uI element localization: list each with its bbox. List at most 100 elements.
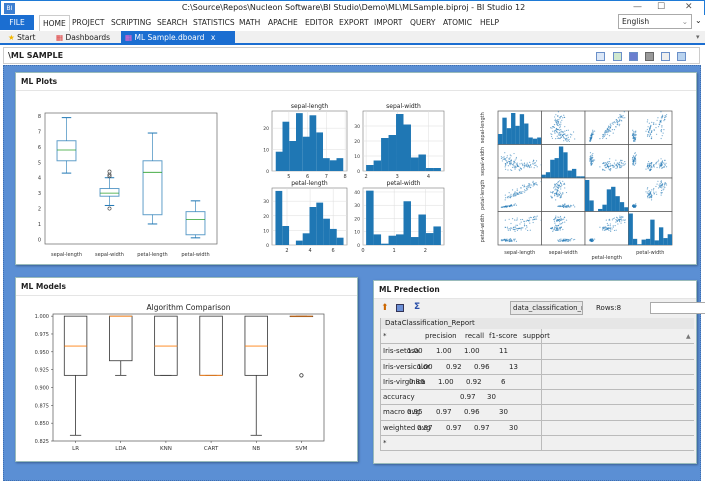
scatter-point (660, 180, 662, 182)
scatter-point (515, 167, 517, 169)
table-icon[interactable] (396, 304, 404, 312)
scatter-point (621, 165, 623, 167)
tab-menu-icon[interactable]: ▾ (696, 33, 700, 41)
scatter-point (509, 227, 511, 230)
scatter-point (504, 152, 506, 154)
menu-query[interactable]: QUERY (410, 18, 435, 27)
menu-math[interactable]: MATH (239, 18, 260, 27)
scatter-point (514, 194, 516, 197)
scatter-point (514, 226, 516, 228)
tab-ml-sample[interactable]: ▦ ML Sample.dboard x (121, 31, 235, 44)
histogram-bar (373, 234, 382, 245)
scatter-point (562, 131, 564, 133)
menu-export[interactable]: EXPORT (339, 18, 369, 27)
scatter-point (520, 218, 522, 221)
scatter-point (651, 165, 653, 167)
y-tick-label: 10 (263, 148, 269, 154)
scatter-point (635, 136, 637, 138)
scatter-point (615, 218, 617, 221)
algorithm-comparison-chart: Algorithm Comparison 0.825 0.850 0.875 0.900… (16, 298, 356, 460)
ribbon-collapse-icon[interactable]: ⌄ (695, 16, 702, 25)
x-axis-label: petal-length (592, 255, 622, 261)
y-tick-label: 0 (38, 237, 41, 243)
language-select[interactable]: English ⌄ (618, 14, 692, 29)
scatter-point (659, 182, 661, 185)
sum-icon[interactable]: Σ (414, 302, 420, 312)
x-tick-label: sepal-length (51, 252, 82, 258)
scatter-point (604, 134, 606, 136)
scatter-point (517, 227, 519, 230)
menu-file[interactable]: FILE (0, 15, 34, 30)
y-tick-label: 0 (266, 169, 269, 175)
menu-apache[interactable]: APACHE (268, 18, 298, 27)
scatter-point (616, 219, 618, 221)
y-tick-label: 0.825 (35, 439, 49, 445)
scatter-point (592, 131, 594, 133)
scatter-point (620, 160, 622, 162)
import-icon[interactable]: ⬆ (381, 303, 389, 313)
menu-help[interactable]: HELP (480, 18, 499, 27)
minimize-button[interactable]: — (633, 2, 642, 12)
scatter-point (566, 205, 568, 207)
histogram-bar (541, 174, 546, 178)
filter-input[interactable] (650, 302, 705, 314)
tab-dashboards[interactable]: ▦ Dashboards (52, 31, 114, 44)
scatter-point (506, 239, 508, 241)
tab-start[interactable]: ★ Start (4, 31, 39, 44)
scatter-point (621, 162, 623, 164)
scroll-up-icon[interactable]: ▲ (686, 333, 691, 340)
scatter-point (602, 169, 604, 171)
scatter-point (660, 158, 662, 160)
scatter-point (509, 205, 511, 208)
y-tick-label: 30 (263, 199, 269, 205)
scatter-point (590, 238, 592, 241)
status-bar (0, 481, 705, 485)
print-icon[interactable] (645, 52, 654, 61)
refresh-icon[interactable] (613, 52, 622, 61)
scatter-point (594, 130, 596, 132)
scatter-point (572, 204, 575, 206)
save-icon[interactable] (629, 52, 638, 61)
menu-home[interactable]: HOME (39, 15, 70, 31)
tab-close-icon[interactable]: x (211, 33, 215, 42)
scatter-point (511, 166, 514, 169)
maximize-button[interactable]: ☐ (657, 2, 665, 12)
scatter-point (527, 164, 529, 166)
scatter-point (645, 191, 647, 193)
menu-project[interactable]: PROJECT (72, 18, 104, 27)
scatter-point (508, 192, 510, 194)
settings-icon[interactable] (677, 52, 686, 61)
table-row: weighted avg 0.97 0.97 0.97 30 (380, 420, 694, 437)
x-tick-label: 1 (393, 248, 396, 254)
print-preview-icon[interactable] (661, 52, 670, 61)
scatter-point (554, 189, 556, 191)
histogram-bar (403, 124, 411, 171)
menu-statistics[interactable]: STATISTICS (193, 18, 235, 27)
scatter-point (567, 129, 569, 131)
dataset-select[interactable]: data_classification_r ⌄ (510, 301, 583, 315)
histogram-bar (433, 168, 441, 171)
scatter-point (519, 223, 521, 225)
scatter-point (620, 222, 622, 224)
menu-editor[interactable]: EDITOR (305, 18, 333, 27)
scatter-point (559, 134, 561, 136)
close-button[interactable]: ✕ (685, 2, 693, 12)
scatter-point (623, 164, 625, 166)
scatter-point (503, 156, 505, 158)
scatter-point (590, 162, 592, 164)
scatter-point (592, 133, 594, 135)
scatter-point (602, 227, 605, 230)
scatter-point (660, 181, 662, 184)
scatter-point (568, 239, 570, 242)
menu-import[interactable]: IMPORT (374, 18, 402, 27)
scatter-point (647, 164, 649, 166)
edit-icon[interactable] (596, 52, 605, 61)
x-tick-label: petal-length (137, 252, 167, 258)
scatter-point (591, 160, 593, 162)
menu-search[interactable]: SEARCH (157, 18, 187, 27)
scatter-point (606, 131, 608, 134)
menu-scripting[interactable]: SCRIPTING (111, 18, 151, 27)
scatter-point (664, 116, 666, 119)
menu-atomic[interactable]: ATOMIC (443, 18, 472, 27)
scatter-point (632, 162, 634, 165)
